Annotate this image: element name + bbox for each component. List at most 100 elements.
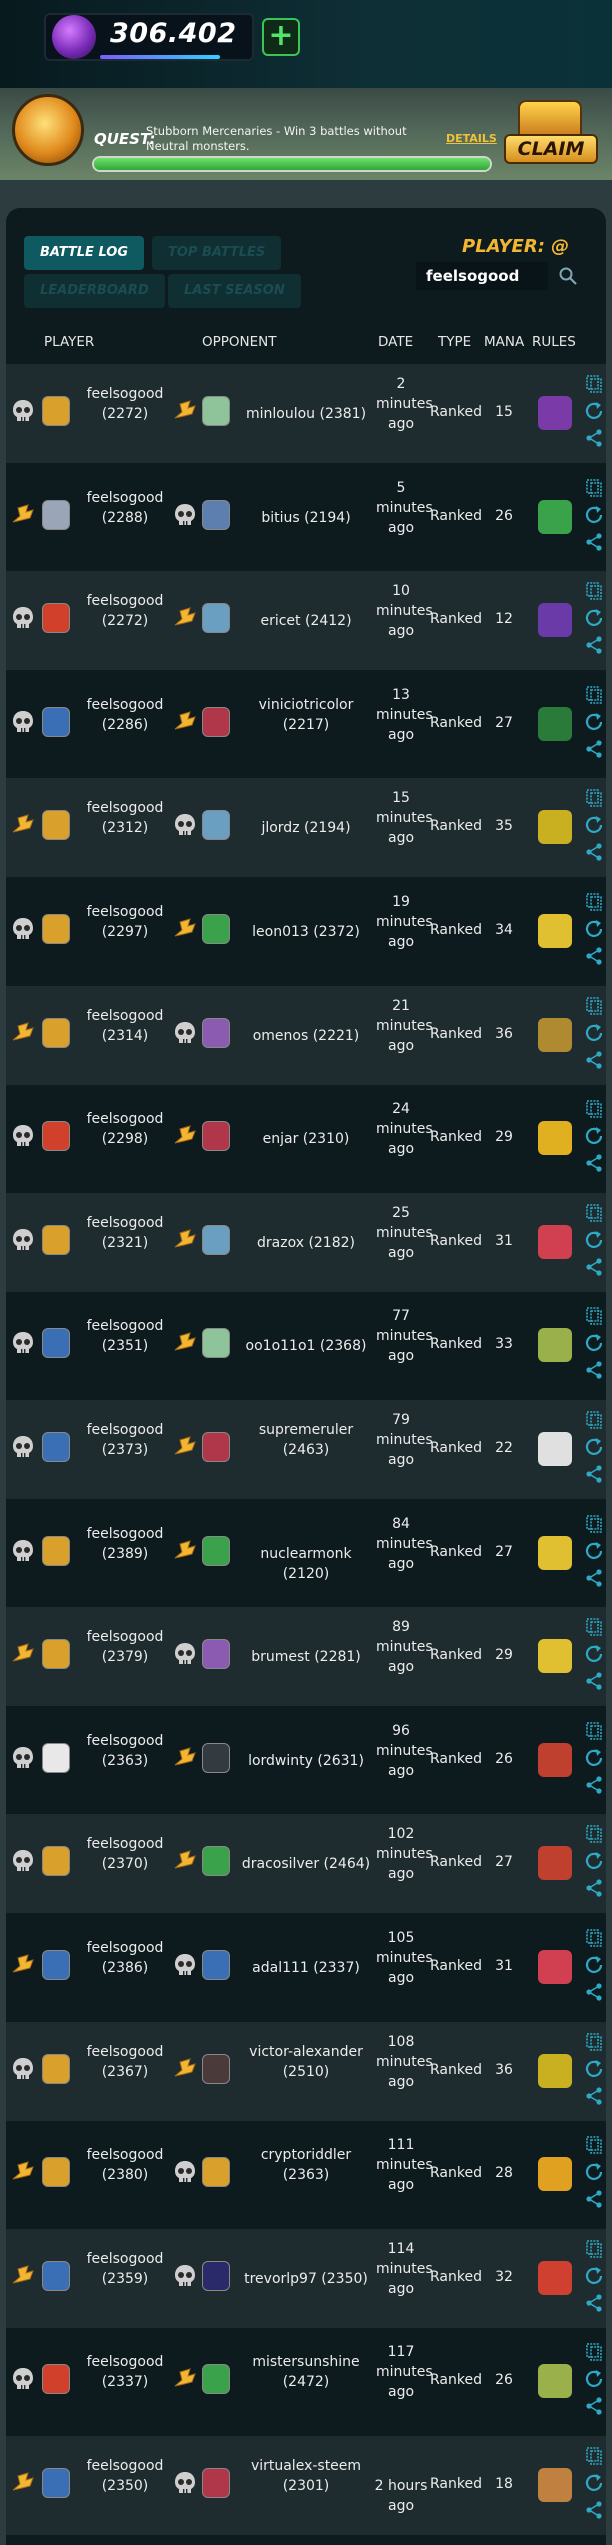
share-icon[interactable] [584,1153,604,1179]
player-name-cell[interactable]: feelsogood (2298) [70,1109,180,1149]
share-icon[interactable] [584,1568,604,1594]
share-icon[interactable] [584,635,604,661]
battle-row[interactable]: feelsogood (2286) viniciotricolor (2217) 13… [6,675,606,774]
battle-row[interactable]: feelsogood (2314) omenos (2221) 21 minutes … [6,986,606,1085]
copy-icon[interactable] [584,892,604,918]
player-summoner-card[interactable] [42,1743,70,1773]
player-name-cell[interactable]: feelsogood (2337) [70,2352,180,2392]
opponent-summoner-card[interactable] [202,2261,230,2291]
player-summoner-card[interactable] [42,914,70,944]
replay-icon[interactable] [584,1022,604,1050]
player-name-cell[interactable]: feelsogood (2272) [70,591,180,631]
player-name-cell[interactable]: feelsogood (2272) [70,384,180,424]
player-summoner-card[interactable] [42,810,70,840]
opponent-name[interactable]: nuclearmonk (2120) [236,1544,376,1584]
opponent-name[interactable]: jlordz (2194) [236,818,376,838]
share-icon[interactable] [584,2396,604,2422]
battle-row[interactable]: feelsogood (2272) ericet (2412) 10 minutes … [6,571,606,670]
opponent-name[interactable]: trevorlp97 (2350) [236,2269,376,2289]
copy-icon[interactable] [584,2342,604,2368]
opponent-name[interactable]: enjar (2310) [236,1129,376,1149]
battle-row[interactable]: feelsogood (2367) victor-alexander (2510) 1… [6,2022,606,2121]
player-name-cell[interactable]: feelsogood (2367) [70,2042,180,2082]
replay-icon[interactable] [584,814,604,842]
copy-icon[interactable] [584,685,604,711]
opponent-name[interactable]: leon013 (2372) [236,922,376,942]
opponent-name[interactable]: omenos (2221) [236,1026,376,1046]
player-summoner-card[interactable] [42,1536,70,1566]
share-icon[interactable] [584,2500,604,2526]
opponent-name[interactable]: minloulou (2381) [236,404,376,424]
opponent-name[interactable]: viniciotricolor (2217) [236,695,376,735]
battle-row[interactable]: feelsogood (2380) cryptoriddler (2363) 111 … [6,2125,606,2224]
player-summoner-card[interactable] [42,2468,70,2498]
share-icon[interactable] [584,946,604,972]
opponent-name[interactable]: adal111 (2337) [236,1958,376,1978]
player-summoner-card[interactable] [42,1225,70,1255]
copy-icon[interactable] [584,478,604,504]
share-icon[interactable] [584,1671,604,1697]
opponent-summoner-card[interactable] [202,1225,230,1255]
search-icon[interactable] [558,266,578,286]
opponent-name[interactable]: oo1o11o1 (2368) [236,1336,376,1356]
share-icon[interactable] [584,532,604,558]
copy-icon[interactable] [584,788,604,814]
opponent-summoner-card[interactable] [202,500,230,530]
opponent-name[interactable]: mistersunshine (2472) [236,2352,376,2392]
copy-icon[interactable] [584,581,604,607]
opponent-summoner-card[interactable] [202,1328,230,1358]
opponent-name[interactable]: lordwinty (2631) [236,1751,376,1771]
replay-icon[interactable] [584,1436,604,1464]
battle-row[interactable]: feelsogood (2373) supremeruler (2463) 79 mi… [6,1400,606,1499]
player-name-cell[interactable]: feelsogood (2389) [70,1524,180,1564]
replay-icon[interactable] [584,2161,604,2189]
battle-row[interactable]: feelsogood (2350) virtualex-steem (2301) 2 … [6,2436,606,2535]
tab-leaderboard[interactable]: LEADERBOARD [24,274,165,308]
replay-icon[interactable] [584,1643,604,1671]
replay-icon[interactable] [584,1747,604,1775]
replay-icon[interactable] [584,711,604,739]
player-summoner-card[interactable] [42,1950,70,1980]
replay-icon[interactable] [584,1540,604,1568]
opponent-name[interactable]: cryptoriddler (2363) [236,2145,376,2185]
opponent-name[interactable]: supremeruler (2463) [236,1420,376,1460]
opponent-name[interactable]: virtualex-steem (2301) [236,2456,376,2496]
battle-row[interactable]: feelsogood (2298) enjar (2310) 24 minutes a… [6,1089,606,1188]
player-name-cell[interactable]: feelsogood (2373) [70,1420,180,1460]
player-name-cell[interactable]: feelsogood (2297) [70,902,180,942]
opponent-name[interactable]: dracosilver (2464) [236,1854,376,1874]
opponent-summoner-card[interactable] [202,2157,230,2187]
opponent-summoner-card[interactable] [202,1846,230,1876]
add-funds-button[interactable]: + [262,18,300,56]
share-icon[interactable] [584,428,604,454]
replay-icon[interactable] [584,607,604,635]
replay-icon[interactable] [584,2058,604,2086]
share-icon[interactable] [584,2189,604,2215]
player-name-cell[interactable]: feelsogood (2386) [70,1938,180,1978]
tab-last-season[interactable]: LAST SEASON [168,274,301,308]
opponent-summoner-card[interactable] [202,1639,230,1669]
battle-row[interactable]: feelsogood (2351) oo1o11o1 (2368) 77 minute… [6,1296,606,1395]
player-summoner-card[interactable] [42,1432,70,1462]
replay-icon[interactable] [584,1850,604,1878]
player-name-cell[interactable]: feelsogood (2379) [70,1627,180,1667]
player-summoner-card[interactable] [42,396,70,426]
opponent-name[interactable]: victor-alexander (2510) [236,2042,376,2082]
copy-icon[interactable] [584,1514,604,1540]
player-name-cell[interactable]: feelsogood (2288) [70,488,180,528]
opponent-name[interactable]: bitius (2194) [236,508,376,528]
opponent-summoner-card[interactable] [202,1432,230,1462]
replay-icon[interactable] [584,2265,604,2293]
copy-icon[interactable] [584,374,604,400]
battle-row[interactable]: feelsogood (2312) jlordz (2194) 15 minutes … [6,778,606,877]
opponent-summoner-card[interactable] [202,2054,230,2084]
opponent-summoner-card[interactable] [202,1950,230,1980]
share-icon[interactable] [584,1982,604,2008]
player-name-cell[interactable]: feelsogood (2314) [70,1006,180,1046]
share-icon[interactable] [584,1775,604,1801]
player-summoner-card[interactable] [42,500,70,530]
copy-icon[interactable] [584,2446,604,2472]
share-icon[interactable] [584,1464,604,1490]
player-summoner-card[interactable] [42,1328,70,1358]
battle-row[interactable]: feelsogood (2370) dracosilver (2464) 102 mi… [6,1814,606,1913]
